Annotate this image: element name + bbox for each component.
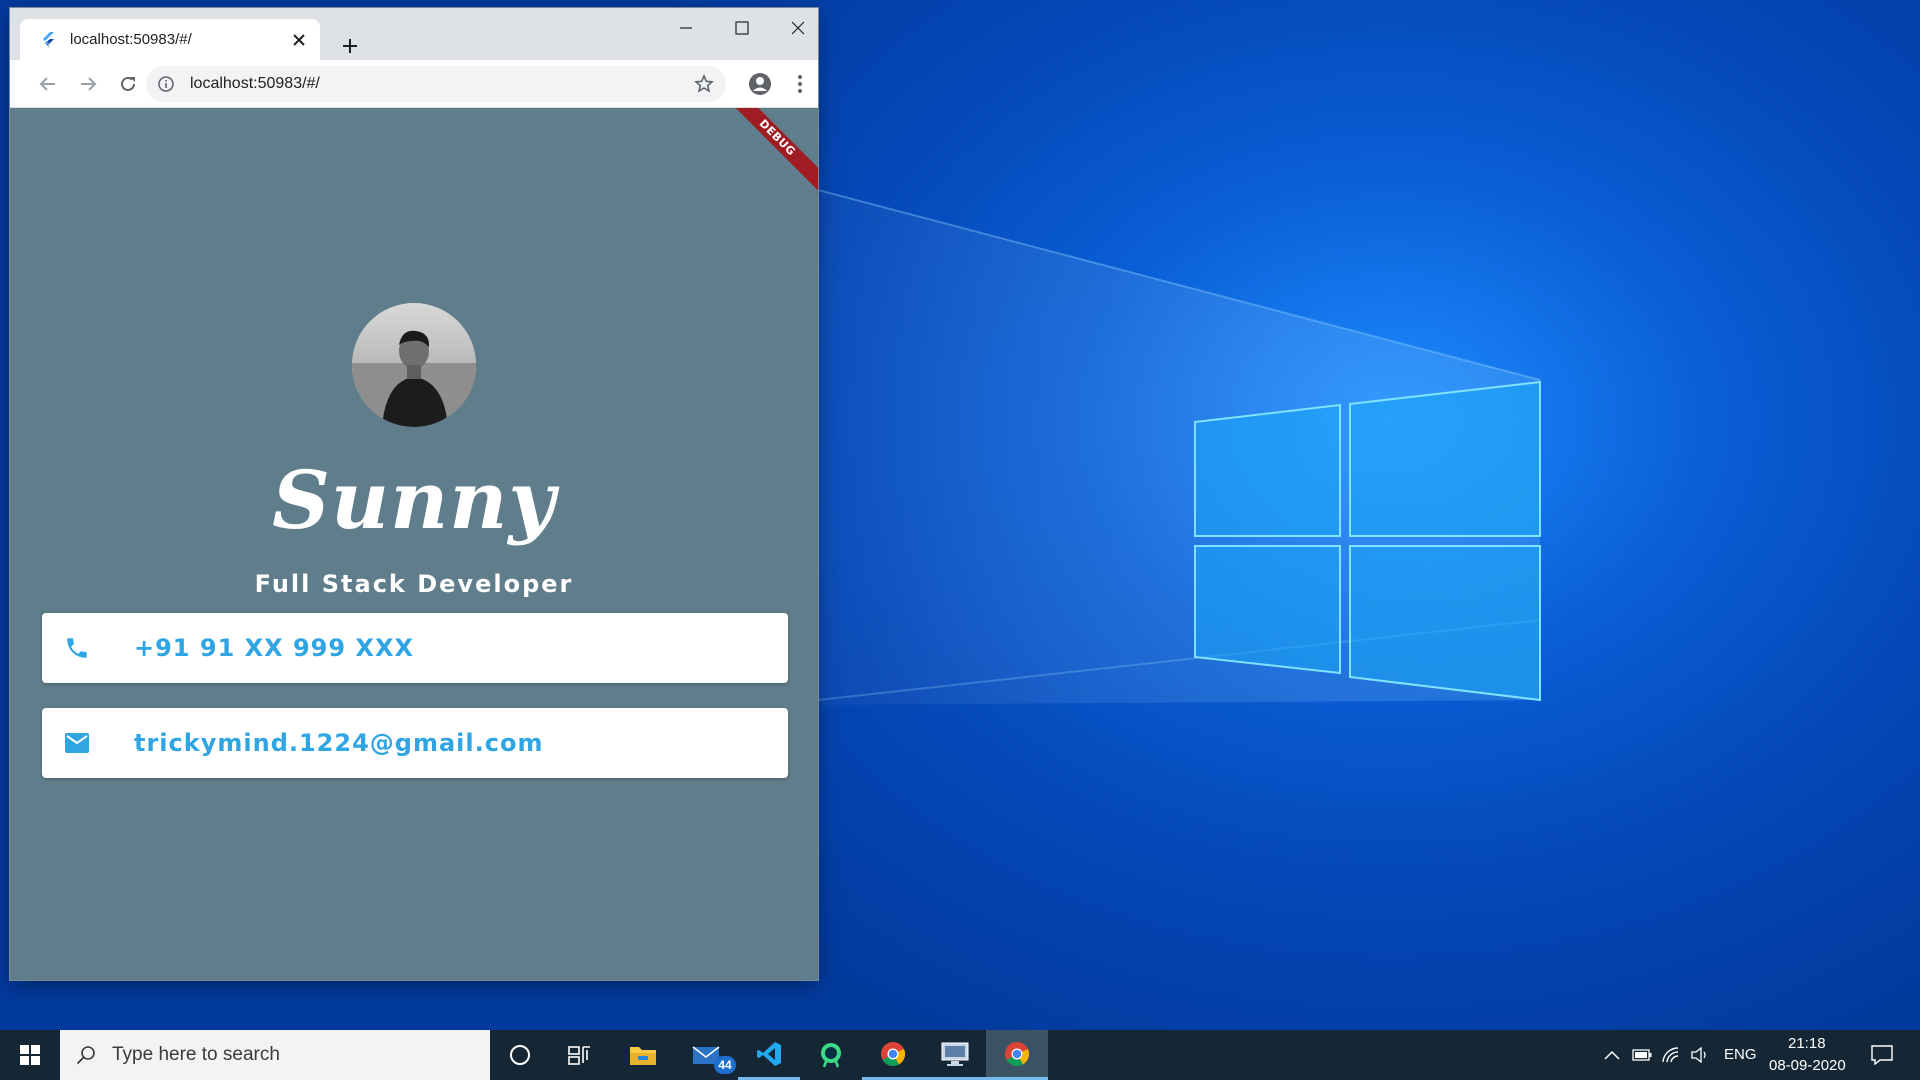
web-page: DEBUG Sunny Full Stack Developer +91 91 … xyxy=(10,108,818,980)
task-view-icon[interactable] xyxy=(550,1030,610,1080)
profile-icon[interactable] xyxy=(744,68,776,100)
reload-icon[interactable] xyxy=(112,68,144,100)
remote-desktop-icon[interactable] xyxy=(924,1030,986,1080)
tab-strip: localhost:50983/#/ xyxy=(10,8,818,60)
minimize-icon[interactable] xyxy=(658,8,714,48)
language-indicator[interactable]: ENG xyxy=(1724,1046,1757,1063)
taskbar-search-box[interactable]: Type here to search xyxy=(60,1030,490,1080)
phone-number: +91 91 XX 999 XXX xyxy=(134,634,414,662)
vscode-icon[interactable] xyxy=(738,1030,800,1080)
flutter-icon xyxy=(38,30,58,50)
menu-icon[interactable] xyxy=(784,68,816,100)
chevron-up-icon[interactable] xyxy=(1598,1030,1626,1080)
taskbar: Type here to search 44 ENG 21:18 08-09-2 xyxy=(0,1030,1920,1080)
android-studio-icon[interactable] xyxy=(800,1030,862,1080)
window-close-icon[interactable] xyxy=(770,8,826,48)
address-bar[interactable]: localhost:50983/#/ xyxy=(146,66,726,102)
phone-card[interactable]: +91 91 XX 999 XXX xyxy=(42,613,788,683)
windows-start-icon[interactable] xyxy=(0,1030,60,1080)
clock-time[interactable]: 21:18 xyxy=(1788,1035,1826,1052)
browser-window: localhost:50983/#/ localhost:50983/#/ DE… xyxy=(10,8,818,980)
debug-banner: DEBUG xyxy=(718,108,818,197)
browser-tab[interactable]: localhost:50983/#/ xyxy=(20,19,320,60)
profile-name: Sunny xyxy=(272,453,556,547)
chrome-icon[interactable] xyxy=(862,1030,924,1080)
url-text: localhost:50983/#/ xyxy=(190,75,320,92)
avatar xyxy=(352,303,476,427)
phone-icon xyxy=(62,633,92,663)
search-icon xyxy=(76,1045,96,1065)
clock-date[interactable]: 08-09-2020 xyxy=(1769,1057,1846,1074)
tab-title: localhost:50983/#/ xyxy=(70,31,192,48)
search-placeholder: Type here to search xyxy=(112,1044,280,1065)
chrome-active-icon[interactable] xyxy=(986,1030,1048,1080)
battery-icon[interactable] xyxy=(1628,1030,1656,1080)
back-icon[interactable] xyxy=(32,68,64,100)
file-explorer-icon[interactable] xyxy=(612,1030,674,1080)
maximize-icon[interactable] xyxy=(714,8,770,48)
star-icon[interactable] xyxy=(690,70,718,98)
volume-icon[interactable] xyxy=(1686,1030,1714,1080)
browser-toolbar: localhost:50983/#/ xyxy=(10,60,818,108)
mail-badge: 44 xyxy=(714,1056,736,1074)
email-address: trickymind.1224@gmail.com xyxy=(134,729,544,757)
close-icon[interactable] xyxy=(286,27,312,53)
mail-icon[interactable]: 44 xyxy=(676,1030,738,1080)
email-card[interactable]: trickymind.1224@gmail.com xyxy=(42,708,788,778)
forward-icon[interactable] xyxy=(72,68,104,100)
wifi-icon[interactable] xyxy=(1658,1030,1686,1080)
cortana-icon[interactable] xyxy=(490,1030,550,1080)
mail-icon xyxy=(62,728,92,758)
info-icon[interactable] xyxy=(156,74,176,94)
notification-icon[interactable] xyxy=(1862,1030,1902,1080)
plus-icon[interactable] xyxy=(336,32,364,60)
profile-subtitle: Full Stack Developer xyxy=(254,570,574,598)
